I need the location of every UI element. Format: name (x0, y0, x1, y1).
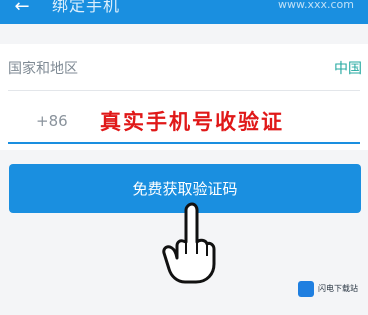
input-underline (8, 142, 360, 144)
top-bar: ← 绑定手机 www.xxx.com (0, 0, 368, 24)
watermark-text: www.xxx.com (278, 0, 354, 11)
bind-phone-form: 国家和地区 中国 +86 (0, 44, 368, 150)
country-code: +86 (36, 112, 68, 130)
brand-watermark: 闪电下载站 (298, 278, 364, 300)
page-title: 绑定手机 (52, 0, 121, 15)
divider (8, 90, 360, 91)
arrow-left-icon: ← (14, 0, 30, 17)
region-label: 国家和地区 (8, 61, 78, 77)
brand-logo-icon (298, 281, 314, 297)
region-value[interactable]: 中国 (334, 58, 362, 78)
brand-text: 闪电下载站 (318, 284, 358, 293)
pointing-hand-icon (162, 202, 216, 284)
back-button[interactable]: ← (10, 0, 34, 20)
phone-number-input[interactable] (100, 104, 356, 138)
